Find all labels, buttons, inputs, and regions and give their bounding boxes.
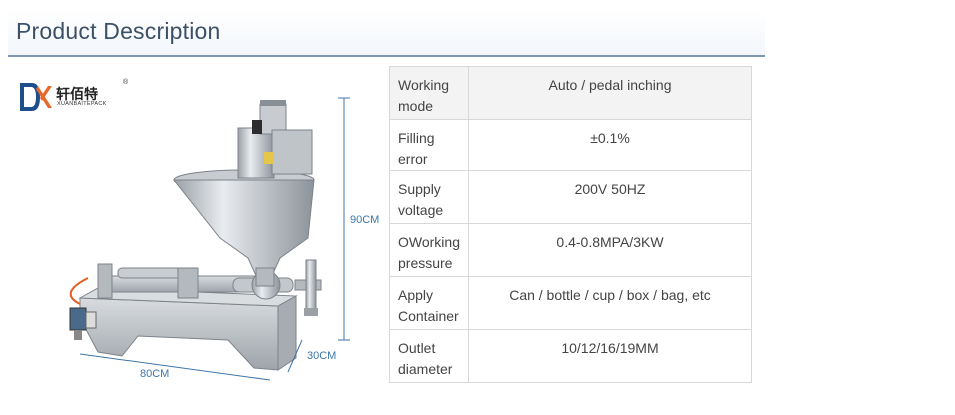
section-header: Product Description [8,8,765,57]
mixer-motor [237,100,313,179]
spec-label: Apply Container [389,276,469,330]
section-title: Product Description [16,18,221,44]
width-dimension-label: 80CM [140,368,170,380]
table-row: Outlet diameter 10/12/16/19MM [389,329,753,383]
spec-label: Supply voltage [389,170,469,224]
spec-label: Working mode [389,66,469,120]
table-row: Apply Container Can / bottle / cup / box… [389,276,753,330]
spec-value: Auto / pedal inching [467,66,753,120]
table-row: Filling error ±0.1% [389,119,753,171]
spec-value: 10/12/16/19MM [467,329,753,383]
spec-value: 0.4-0.8MPA/3KW [467,223,753,277]
spec-label: Outlet diameter [389,329,469,383]
spec-label: OWorking pressure [389,223,469,277]
spec-value: ±0.1% [467,119,753,171]
product-image [69,97,350,381]
spec-table: Working mode Auto / pedal inching Fillin… [389,66,753,383]
spec-value: 200V 50HZ [467,170,753,224]
depth-dimension-label: 30CM [307,350,337,362]
machine-base [78,287,298,371]
height-dimension-label: 90CM [350,214,380,226]
spec-value: Can / bottle / cup / box / bag, etc [467,276,753,330]
table-row: Working mode Auto / pedal inching [389,66,753,120]
table-row: OWorking pressure 0.4-0.8MPA/3KW [389,223,753,277]
table-row: Supply voltage 200V 50HZ [389,170,753,224]
filling-nozzle [304,259,318,316]
spec-label: Filling error [389,119,469,171]
